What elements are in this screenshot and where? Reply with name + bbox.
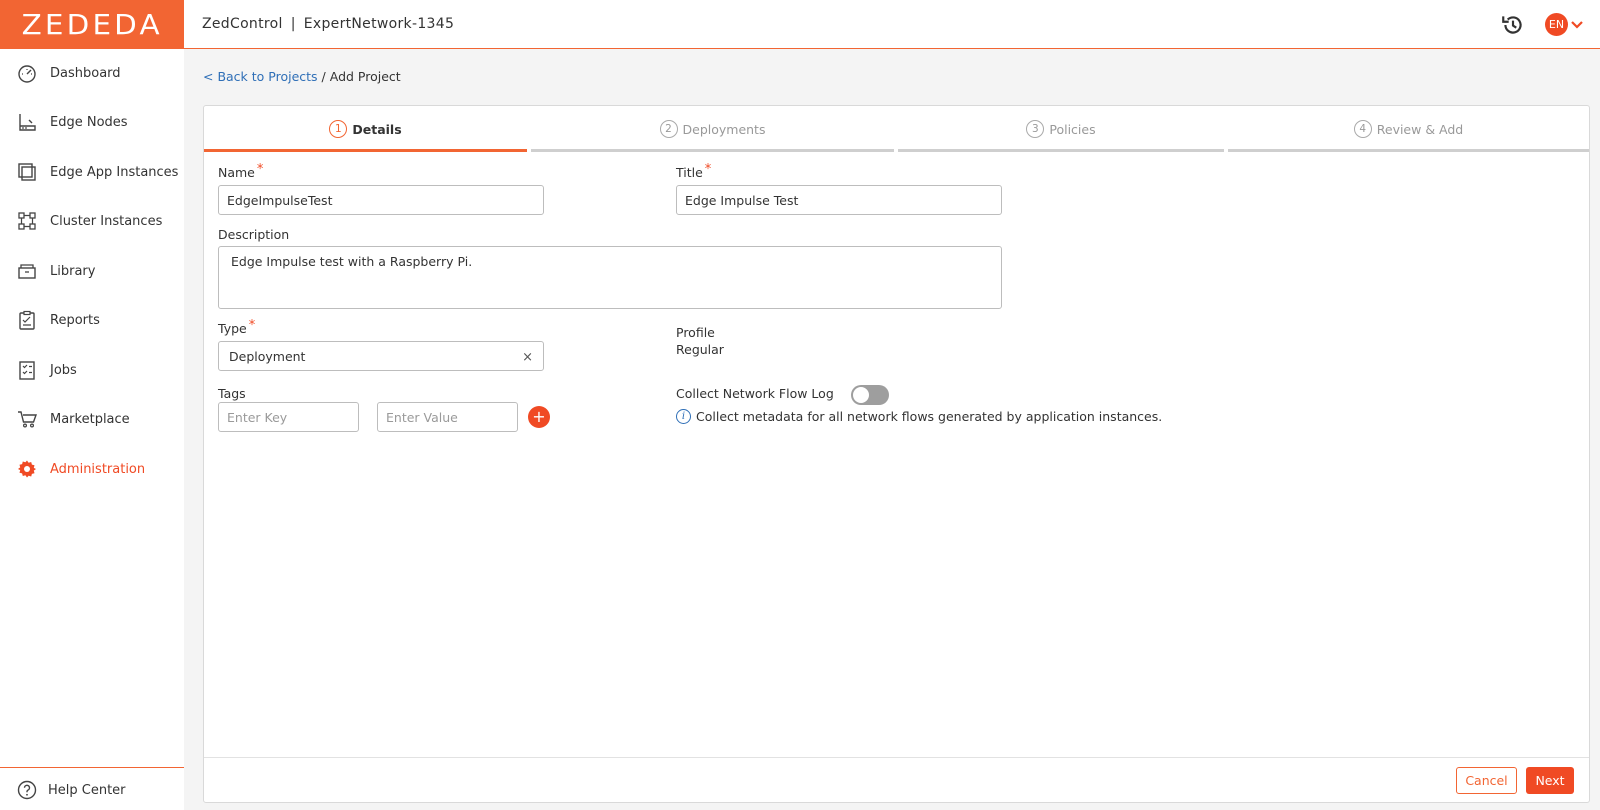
dashboard-icon <box>18 65 36 83</box>
flow-log-info-text: Collect metadata for all network flows g… <box>696 409 1163 424</box>
step-label: Review & Add <box>1376 121 1464 137</box>
sidebar-item-label: Jobs <box>50 362 77 378</box>
sidebar-item-administration[interactable]: Administration <box>0 449 184 489</box>
add-project-card: 1 Details 2 Deployments 3 Policies 4 Rev… <box>203 105 1590 803</box>
type-select-value: Deployment <box>229 348 306 364</box>
step-indicator <box>204 149 527 152</box>
breadcrumb: < Back to Projects / Add Project <box>203 69 401 84</box>
marketplace-icon <box>18 411 37 428</box>
flow-log-info: i Collect metadata for all network flows… <box>676 409 1162 424</box>
step-review-add[interactable]: 4 Review & Add <box>1228 106 1589 152</box>
sidebar-item-label: Reports <box>50 312 100 328</box>
required-marker: * <box>704 162 712 177</box>
sidebar-item-dashboard[interactable]: Dashboard <box>0 53 184 93</box>
sidebar-item-reports[interactable]: Reports <box>0 300 184 340</box>
step-label: Policies <box>1049 121 1096 137</box>
reports-icon <box>19 310 35 330</box>
product-name: ZedControl <box>202 16 283 32</box>
add-tag-button[interactable]: + <box>528 406 550 428</box>
jobs-icon <box>19 361 35 380</box>
type-select[interactable]: Deployment × <box>218 341 544 371</box>
sidebar-item-edge-app-instances[interactable]: Edge App Instances <box>0 152 184 192</box>
step-indicator <box>1228 149 1589 152</box>
sidebar-item-label: Library <box>50 263 96 279</box>
enterprise-name[interactable]: ExpertNetwork-1345 <box>304 16 454 32</box>
title-separator: | <box>290 16 296 32</box>
description-textarea[interactable]: Edge Impulse test with a Raspberry Pi. <box>218 246 1002 309</box>
help-center-label: Help Center <box>48 782 126 798</box>
name-label: Name * <box>218 162 264 180</box>
step-indicator <box>531 149 894 152</box>
sidebar-item-label: Cluster Instances <box>50 213 163 229</box>
sidebar-item-jobs[interactable]: Jobs <box>0 350 184 390</box>
step-deployments[interactable]: 2 Deployments <box>531 106 894 152</box>
step-number: 2 <box>659 120 678 138</box>
sidebar-item-label: Dashboard <box>50 65 121 81</box>
sidebar-item-help-center[interactable]: Help Center <box>0 771 184 809</box>
step-details[interactable]: 1 Details <box>204 106 527 152</box>
flow-log-label: Collect Network Flow Log <box>676 386 834 401</box>
type-label: Type * <box>218 318 256 336</box>
sidebar-item-label: Edge App Instances <box>50 164 179 180</box>
profile-label: Profile <box>676 325 715 340</box>
sidebar-item-cluster-instances[interactable]: Cluster Instances <box>0 201 184 241</box>
step-label: Deployments <box>682 121 766 137</box>
title-input[interactable]: Edge Impulse Test <box>676 185 1002 215</box>
sidebar: Dashboard Edge Nodes Edge App Instances … <box>0 49 184 810</box>
description-label: Description <box>218 227 290 242</box>
breadcrumb-current: Add Project <box>329 69 401 84</box>
name-input[interactable]: EdgeImpulseTest <box>218 185 544 215</box>
step-indicator <box>898 149 1224 152</box>
step-label: Details <box>352 121 402 137</box>
back-to-projects-link[interactable]: < Back to Projects <box>203 69 318 84</box>
info-icon: i <box>676 409 691 424</box>
profile-value: Regular <box>676 342 724 357</box>
sidebar-item-edge-nodes[interactable]: Edge Nodes <box>0 102 184 142</box>
sidebar-item-label: Edge Nodes <box>50 114 128 130</box>
required-marker: * <box>248 318 256 333</box>
top-bar: ZEDEDA ZedControl | ExpertNetwork-1345 EN <box>0 0 1600 49</box>
step-policies[interactable]: 3 Policies <box>898 106 1224 152</box>
tags-label: Tags <box>218 386 246 401</box>
title-label: Title * <box>676 162 712 180</box>
tag-value-input[interactable]: Enter Value <box>377 402 518 432</box>
app-instances-icon <box>18 163 36 181</box>
step-number: 1 <box>329 120 348 138</box>
history-icon[interactable] <box>1500 12 1526 38</box>
toggle-knob <box>853 387 869 403</box>
sidebar-item-library[interactable]: Library <box>0 251 184 291</box>
required-marker: * <box>256 162 264 177</box>
edge-node-icon <box>19 114 36 131</box>
logo-text: ZEDEDA <box>21 8 163 41</box>
sidebar-item-marketplace[interactable]: Marketplace <box>0 399 184 439</box>
step-number: 4 <box>1353 120 1372 138</box>
card-footer-divider <box>204 757 1589 758</box>
next-button[interactable]: Next <box>1526 767 1574 794</box>
zededa-logo[interactable]: ZEDEDA <box>0 0 184 49</box>
language-badge[interactable]: EN <box>1545 13 1568 36</box>
sidebar-divider <box>0 767 184 768</box>
app-title: ZedControl | ExpertNetwork-1345 <box>202 16 454 32</box>
breadcrumb-separator: / <box>317 69 330 84</box>
cancel-button[interactable]: Cancel <box>1456 767 1517 794</box>
sidebar-item-label: Marketplace <box>50 411 130 427</box>
gear-icon <box>18 460 36 478</box>
sidebar-item-label: Administration <box>50 461 146 477</box>
cluster-icon <box>18 212 36 230</box>
tag-key-input[interactable]: Enter Key <box>218 402 359 432</box>
flow-log-toggle[interactable] <box>851 385 889 405</box>
wizard-steps: 1 Details 2 Deployments 3 Policies 4 Rev… <box>204 106 1589 152</box>
library-icon <box>18 264 36 279</box>
chevron-down-icon[interactable] <box>1570 18 1584 32</box>
help-icon <box>17 780 37 800</box>
step-number: 3 <box>1026 120 1045 138</box>
clear-icon[interactable]: × <box>522 350 533 365</box>
